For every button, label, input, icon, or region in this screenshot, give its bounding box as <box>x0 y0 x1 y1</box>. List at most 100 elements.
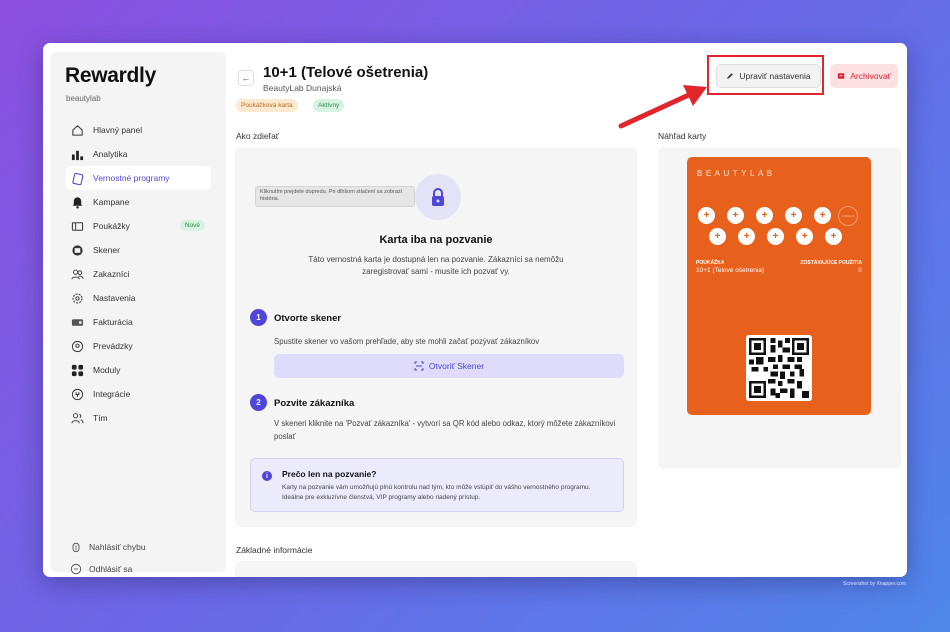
reward-stamp: ODMENA <box>838 206 858 226</box>
info-icon: i <box>262 471 272 481</box>
report-bug-label: Nahlásiť chybu <box>89 542 146 552</box>
page-title: 10+1 (Telové ošetrenia) <box>263 64 429 81</box>
sidebar-item-label: Analytika <box>93 149 128 159</box>
step-number: 1 <box>250 309 267 326</box>
stamp: + <box>698 207 715 224</box>
app-logo: Rewardly <box>65 64 156 87</box>
scan-icon <box>414 361 424 371</box>
sidebar-item-label: Moduly <box>93 365 121 375</box>
sidebar-item-label: Tím <box>93 413 108 423</box>
sidebar-item-label: Integrácie <box>93 389 131 399</box>
card-brand: BEAUTYLAB <box>697 169 776 178</box>
sidebar-item-label: Skener <box>93 245 120 255</box>
remaining-label: ZOSTÁVAJÚCE POUŽITIA <box>800 260 862 266</box>
gear-icon <box>72 293 83 303</box>
info-text: Karty na pozvanie vám umožňujú plnú kont… <box>282 484 591 501</box>
sidebar-item-modules[interactable]: Moduly <box>66 358 211 382</box>
plug-icon <box>71 388 84 400</box>
report-bug-link[interactable]: Nahlásiť chybu <box>70 536 220 558</box>
sidebar-item-scanner[interactable]: Skener <box>66 238 211 262</box>
archive-label: Archivovať <box>850 71 891 81</box>
remaining-value: 0 <box>858 267 862 274</box>
store-name: BeautyLab Dunajská <box>263 83 342 93</box>
sidebar-item-analytics[interactable]: Analytika <box>66 142 211 166</box>
bar-chart-icon <box>71 150 84 160</box>
archive-button[interactable]: Archivovať <box>830 64 898 88</box>
sidebar-item-label: Nastavenia <box>93 293 136 303</box>
stamp: + <box>709 228 726 245</box>
loyalty-card-preview: BEAUTYLAB + + + + + + + + + + ODMENA POUKÁŽKA 10+… <box>687 157 871 415</box>
sidebar-item-label: Kampane <box>93 197 130 207</box>
share-section-label: Ako zdieľať <box>236 131 279 141</box>
step-description: V skeneri kliknite na 'Pozvať zákazníka'… <box>274 419 616 441</box>
stamp: + <box>756 207 773 224</box>
sidebar-item-dashboard[interactable]: Hlavný panel <box>66 118 211 142</box>
step-number: 2 <box>250 394 267 411</box>
highlight-box <box>707 55 824 95</box>
stamp: + <box>727 207 744 224</box>
team-icon <box>71 412 84 423</box>
invite-only-title: Karta iba na pozvanie <box>379 234 493 246</box>
invite-only-description: Táto vernostná karta je dostupná len na … <box>308 255 564 276</box>
sidebar-item-campaigns[interactable]: Kampane <box>66 190 211 214</box>
stamp: + <box>796 228 813 245</box>
voucher-value: 10+1 (Telové ošetrenia) <box>696 267 765 274</box>
app-window: Rewardly beautylab Hlavný panel Analytik… <box>43 43 907 577</box>
sidebar-item-locations[interactable]: Prevádzky <box>66 334 211 358</box>
step-title: Pozvite zákazníka <box>274 398 355 409</box>
location-icon <box>71 340 84 352</box>
lock-badge <box>415 174 461 220</box>
stamp: + <box>814 207 831 224</box>
stamp: + <box>767 228 784 245</box>
sidebar-item-label: Prevádzky <box>93 341 133 351</box>
main-content: ← 10+1 (Telové ošetrenia) BeautyLab Duna… <box>226 43 907 577</box>
open-scanner-label: Otvoriť Skener <box>428 361 485 371</box>
sidebar-item-customers[interactable]: Zakazníci <box>66 262 211 286</box>
logout-link[interactable]: Odhlásiť sa <box>70 558 220 577</box>
info-box: i Prečo len na pozvanie? Karty na pozvan… <box>250 458 624 512</box>
sidebar-nav: Hlavný panel Analytika Vernostné program… <box>66 118 211 430</box>
voucher-label: POUKÁŽKA <box>696 260 725 266</box>
sidebar-item-team[interactable]: Tím <box>66 406 211 430</box>
back-button[interactable]: ← <box>238 70 254 86</box>
logout-icon <box>70 563 82 575</box>
sidebar-item-label: Fakturácia <box>93 317 133 327</box>
screenshot-credit: Screenshot by Xnapper.com <box>843 581 906 587</box>
sidebar-item-label: Zakazníci <box>93 269 130 279</box>
basic-info-panel <box>235 561 637 577</box>
history-tooltip: Kliknutím prejdete dopredu. Pri dlhšom s… <box>255 186 415 207</box>
lock-icon <box>432 188 444 206</box>
sidebar-item-label: Hlavný panel <box>93 125 143 135</box>
new-badge: Nové <box>179 220 205 231</box>
sidebar: Rewardly beautylab Hlavný panel Analytik… <box>50 52 226 575</box>
users-icon <box>71 269 84 279</box>
step-title: Otvorte skener <box>274 313 342 324</box>
card-preview-panel: BEAUTYLAB + + + + + + + + + + ODMENA POUKÁŽKA 10+… <box>658 147 901 469</box>
sidebar-item-integrations[interactable]: Integrácie <box>66 382 211 406</box>
home-icon <box>72 124 83 136</box>
cards-icon <box>72 172 84 185</box>
share-panel: Kliknutím prejdete dopredu. Pri dlhšom s… <box>235 147 637 527</box>
stamp: + <box>738 228 755 245</box>
scanner-icon <box>72 244 83 256</box>
bell-icon <box>72 196 83 209</box>
credit-card-icon <box>71 318 84 326</box>
ticket-icon <box>71 221 84 231</box>
stamp: + <box>785 207 802 224</box>
sidebar-item-label: Poukážky <box>93 221 130 231</box>
sidebar-item-label: Vernostné programy <box>93 173 170 183</box>
step-description: Spustite skener vo vašom prehľade, aby s… <box>274 337 540 346</box>
stamp: + <box>825 228 842 245</box>
archive-icon <box>838 73 845 79</box>
qr-code <box>746 335 812 401</box>
card-type-badge: Poukážková karta <box>236 99 298 112</box>
preview-section-label: Náhľad karty <box>658 131 707 141</box>
logout-label: Odhlásiť sa <box>89 564 133 574</box>
sidebar-item-billing[interactable]: Fakturácia <box>66 310 211 334</box>
sidebar-item-vouchers[interactable]: Poukážky Nové <box>66 214 211 238</box>
open-scanner-button[interactable]: Otvoriť Skener <box>274 354 624 378</box>
pointer-arrow <box>618 85 707 129</box>
sidebar-item-loyalty-programs[interactable]: Vernostné programy <box>66 166 211 190</box>
sidebar-item-settings[interactable]: Nastavenia <box>66 286 211 310</box>
info-title: Prečo len na pozvanie? <box>282 469 377 479</box>
